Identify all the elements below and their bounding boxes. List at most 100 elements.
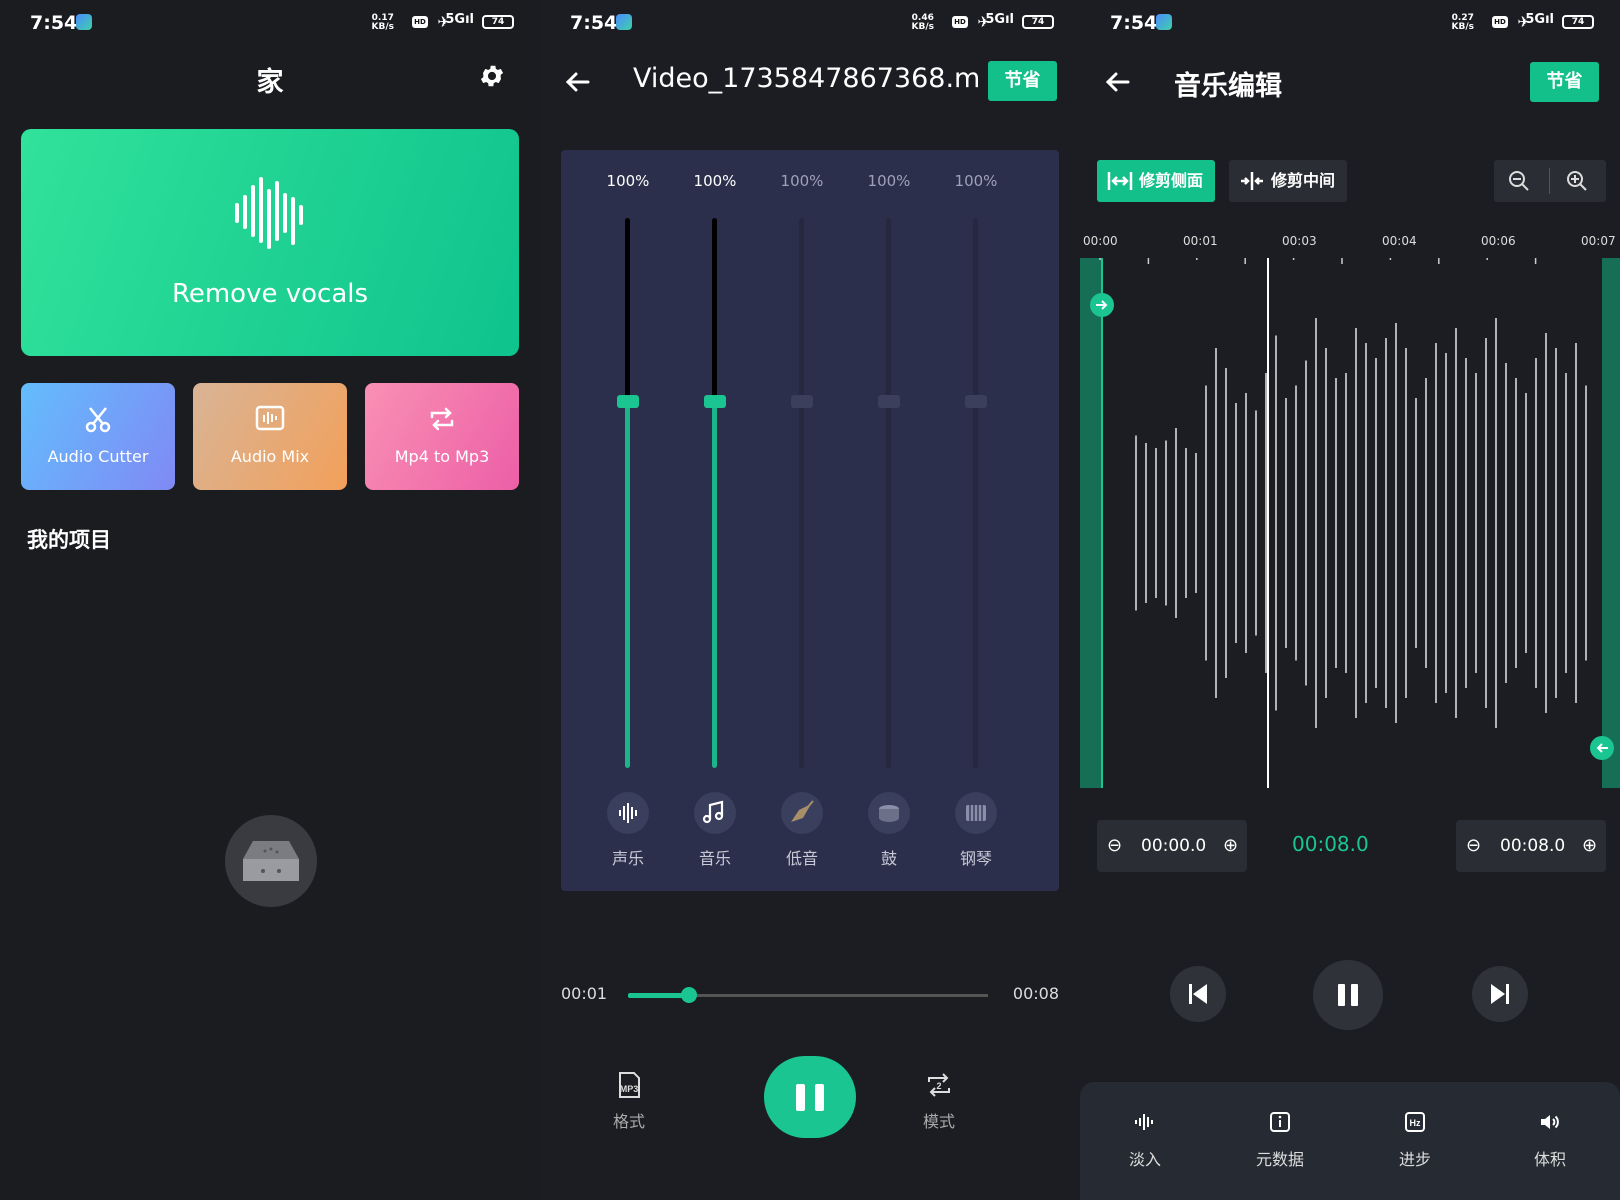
pause-icon bbox=[1338, 984, 1358, 1006]
skip-next-button[interactable] bbox=[1472, 966, 1528, 1022]
channel-slider[interactable] bbox=[625, 218, 630, 768]
trim-end-handle[interactable] bbox=[1590, 736, 1614, 760]
channel-vocals: 100% 声乐 bbox=[583, 150, 673, 891]
hz-icon: Hz bbox=[1405, 1112, 1425, 1132]
drum-icon[interactable] bbox=[868, 792, 910, 834]
divider bbox=[1549, 168, 1550, 194]
empty-inbox-icon bbox=[225, 815, 317, 907]
battery-icon: 74 bbox=[482, 15, 514, 29]
skip-previous-button[interactable] bbox=[1170, 966, 1226, 1022]
scissors-icon bbox=[85, 407, 111, 433]
battery-icon: 74 bbox=[1022, 15, 1054, 29]
channel-name: 音乐 bbox=[698, 849, 731, 868]
metadata-button[interactable]: 元数据 bbox=[1230, 1110, 1330, 1170]
playback-seekbar: 00:01 00:08 bbox=[540, 980, 1080, 1010]
gallery-app-icon bbox=[76, 14, 92, 30]
increase-start-icon[interactable]: ⊕ bbox=[1223, 820, 1238, 872]
repeat-mode-icon: 2 bbox=[928, 1073, 950, 1097]
trim-start-handle[interactable] bbox=[1090, 293, 1114, 317]
channel-slider[interactable] bbox=[973, 218, 978, 768]
channel-slider[interactable] bbox=[799, 218, 804, 768]
slider-thumb[interactable] bbox=[791, 395, 813, 408]
mp4-to-mp3-button[interactable]: Mp4 to Mp3 bbox=[365, 383, 519, 490]
slider-thumb[interactable] bbox=[965, 395, 987, 408]
volume-button[interactable]: 体积 bbox=[1500, 1110, 1600, 1170]
pause-icon-bar bbox=[815, 1084, 824, 1111]
audio-mix-button[interactable]: Audio Mix bbox=[193, 383, 347, 490]
status-bar: 7:54 0.46 KB/s ✈ HD 5Gıl 74 bbox=[540, 0, 1080, 46]
bass-guitar-icon[interactable] bbox=[781, 792, 823, 834]
audio-mix-label: Audio Mix bbox=[230, 447, 310, 466]
channel-percent: 100% bbox=[780, 172, 824, 190]
selection-duration: 00:08.0 bbox=[1292, 832, 1369, 856]
back-arrow-icon[interactable] bbox=[1102, 66, 1134, 98]
trim-middle-icon bbox=[1241, 172, 1263, 190]
file-title: Video_1735847867368.m... bbox=[633, 63, 978, 94]
zoom-out-icon[interactable] bbox=[1508, 170, 1530, 192]
status-time: 7:54 bbox=[1110, 12, 1158, 34]
music-note-icon[interactable] bbox=[694, 792, 736, 834]
waveform[interactable] bbox=[1080, 258, 1620, 788]
vocal-wave-icon[interactable] bbox=[607, 792, 649, 834]
decrease-start-icon[interactable]: ⊖ bbox=[1107, 820, 1122, 872]
zoom-in-icon[interactable] bbox=[1566, 170, 1588, 192]
back-arrow-icon[interactable] bbox=[562, 66, 594, 98]
remove-vocals-card[interactable]: Remove vocals bbox=[21, 129, 519, 356]
channel-name: 钢琴 bbox=[959, 849, 992, 868]
end-time-value[interactable]: 00:08.0 bbox=[1500, 820, 1565, 872]
svg-text:2: 2 bbox=[936, 1081, 941, 1091]
slider-thumb[interactable] bbox=[617, 395, 639, 408]
hd-icon: HD bbox=[1492, 16, 1508, 28]
signal-icon: 5Gıl bbox=[985, 12, 1014, 27]
volume-icon bbox=[1541, 1115, 1559, 1129]
splitter-screen: 7:54 0.46 KB/s ✈ HD 5Gıl 74 Video_1735847… bbox=[540, 0, 1080, 1200]
skip-next-icon bbox=[1491, 984, 1509, 1004]
seek-thumb[interactable] bbox=[681, 987, 698, 1003]
increase-end-icon[interactable]: ⊕ bbox=[1582, 820, 1597, 872]
pause-icon-bar bbox=[796, 1084, 805, 1111]
sound-wave-icon bbox=[235, 177, 303, 249]
channel-percent: 100% bbox=[954, 172, 998, 190]
channel-percent: 100% bbox=[867, 172, 911, 190]
metadata-label: 元数据 bbox=[1255, 1150, 1304, 1169]
channel-drums: 100% 鼓 bbox=[844, 150, 934, 891]
slider-thumb[interactable] bbox=[878, 395, 900, 408]
channel-slider[interactable] bbox=[886, 218, 891, 768]
channel-bass: 100% 低音 bbox=[757, 150, 847, 891]
mp3-file-icon: MP3 bbox=[619, 1072, 640, 1098]
convert-arrows-icon bbox=[430, 407, 454, 431]
format-button[interactable]: MP3 格式 bbox=[594, 1070, 664, 1132]
gear-icon[interactable] bbox=[478, 62, 506, 90]
trim-middle-button[interactable]: 修剪中间 bbox=[1229, 160, 1347, 202]
piano-icon[interactable] bbox=[955, 792, 997, 834]
channel-slider[interactable] bbox=[712, 218, 717, 768]
trim-sides-button[interactable]: 修剪侧面 bbox=[1097, 160, 1215, 202]
ruler-tick: 00:06 bbox=[1481, 234, 1516, 248]
remove-vocals-label: Remove vocals bbox=[171, 279, 369, 309]
mp4-to-mp3-label: Mp4 to Mp3 bbox=[394, 447, 490, 466]
save-button[interactable]: 节省 bbox=[988, 61, 1057, 101]
channel-name: 声乐 bbox=[611, 849, 644, 868]
decrease-end-icon[interactable]: ⊖ bbox=[1466, 820, 1481, 872]
status-time: 7:54 bbox=[30, 12, 78, 34]
pause-button[interactable] bbox=[764, 1056, 856, 1138]
start-time-value[interactable]: 00:00.0 bbox=[1141, 820, 1206, 872]
speed-button[interactable]: Hz 进步 bbox=[1365, 1110, 1465, 1170]
mode-label: 模式 bbox=[922, 1112, 955, 1131]
fade-in-button[interactable]: 淡入 bbox=[1095, 1110, 1195, 1170]
trim-sides-label: 修剪侧面 bbox=[1139, 171, 1204, 190]
trim-left-shade bbox=[1080, 258, 1102, 788]
slider-thumb[interactable] bbox=[704, 395, 726, 408]
trim-right-shade bbox=[1602, 258, 1620, 788]
battery-icon: 74 bbox=[1562, 15, 1594, 29]
save-button[interactable]: 节省 bbox=[1530, 62, 1599, 102]
top-bar: Video_1735847867368.m... 节省 bbox=[540, 50, 1080, 116]
channel-music: 100% 音乐 bbox=[670, 150, 760, 891]
editor-toolbar: 淡入 元数据 Hz 进步 体积 bbox=[1080, 1082, 1620, 1200]
mode-button[interactable]: 2 模式 bbox=[904, 1070, 974, 1132]
pause-button[interactable] bbox=[1313, 960, 1383, 1030]
audio-cutter-button[interactable]: Audio Cutter bbox=[21, 383, 175, 490]
channel-name: 鼓 bbox=[880, 849, 897, 868]
top-bar: 音乐编辑 节省 bbox=[1080, 50, 1620, 116]
signal-icon: 5Gıl bbox=[1525, 12, 1554, 27]
